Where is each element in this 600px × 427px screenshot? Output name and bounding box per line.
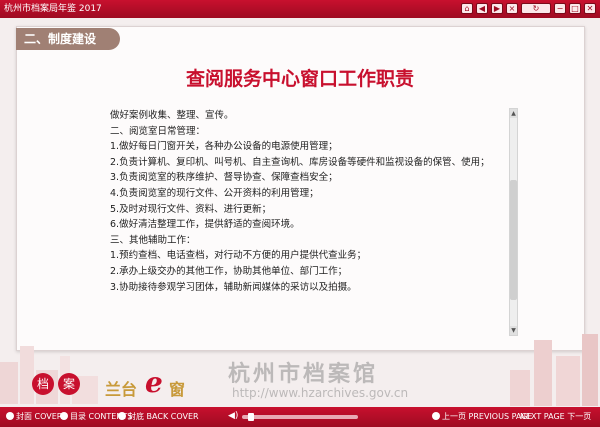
home-icon[interactable]: ⌂	[461, 3, 473, 14]
next-small-icon[interactable]: ▶	[491, 3, 503, 14]
contents-icon	[60, 412, 68, 420]
title-bar: 杭州市档案局年鉴 2017 ⌂ ◀ ▶ × ↻ − □ ✕	[0, 0, 600, 18]
back-cover-button[interactable]: 封底 BACK COVER	[118, 411, 199, 423]
next-page-button[interactable]: NEXT PAGE 下一页	[520, 411, 591, 423]
skyline-right-decoration	[510, 334, 598, 406]
bottom-nav-bar: 封面 COVER 目录 CONTENTS 封底 BACK COVER ◀) 上一…	[0, 407, 600, 427]
document-body: 做好案例收集、整理、宣传。 二、阅览室日常管理： 1.做好每日门窗开关，各种办公…	[98, 108, 502, 336]
doc-line: 6.做好清洁整理工作，提供舒适的查阅环境。	[110, 219, 300, 231]
cover-icon	[6, 412, 14, 420]
mute-icon[interactable]: ×	[506, 3, 518, 14]
doc-line: 5.及时对现行文件、资料、进行更新；	[110, 203, 272, 215]
app-title: 杭州市档案局年鉴 2017	[4, 4, 102, 14]
doc-line: 二、阅览室日常管理：	[110, 125, 206, 137]
next-page-label: NEXT PAGE 下一页	[520, 412, 592, 421]
document-scrollbar[interactable]: ▲ ▼	[509, 108, 518, 336]
cover-label: 封面 COVER	[16, 412, 63, 421]
volume-slider[interactable]	[242, 413, 358, 421]
window-controls: ⌂ ◀ ▶ × ↻ − □ ✕	[461, 3, 596, 14]
brand-suffix: 窗	[169, 380, 186, 399]
archive-name-watermark: 杭州市档案馆	[228, 361, 379, 387]
back-cover-label: 封底 BACK COVER	[128, 412, 199, 421]
back-cover-icon	[118, 412, 126, 420]
doc-line: 3.负责阅览室的秩序维护、督导协查、保障查档安全；	[110, 172, 338, 184]
previous-page-icon	[432, 412, 440, 420]
doc-line: 1.预约查档、电话查档，对行动不方便的用户提供代查业务；	[110, 250, 367, 262]
maximize-icon[interactable]: □	[569, 3, 581, 14]
logo-seal-icon: 档	[32, 373, 54, 395]
close-icon[interactable]: ✕	[584, 3, 596, 14]
previous-page-label: 上一页 PREVIOUS PAGE	[442, 412, 533, 421]
doc-line: 4.负责阅览室的现行文件、公开资料的利用管理；	[110, 187, 319, 199]
archive-logo: 档 案	[32, 373, 80, 395]
archive-url-watermark: http://www.hzarchives.gov.cn	[232, 386, 409, 400]
scroll-up-arrow-icon[interactable]: ▲	[510, 109, 517, 118]
previous-page-button[interactable]: 上一页 PREVIOUS PAGE	[432, 411, 532, 423]
speaker-icon[interactable]: ◀)	[228, 411, 238, 421]
cover-button[interactable]: 封面 COVER	[6, 411, 62, 423]
doc-line: 1.做好每日门窗开关，各种办公设备的电源使用管理；	[110, 141, 338, 153]
audio-control[interactable]: ◀)	[228, 411, 358, 421]
prev-small-icon[interactable]: ◀	[476, 3, 488, 14]
brand-logo: 兰台 e 窗	[105, 366, 195, 399]
doc-line: 2.负责计算机、复印机、叫号机、自主查询机、库房设备等硬件和监视设备的保管、使用…	[110, 156, 490, 168]
scroll-thumb[interactable]	[510, 179, 517, 300]
refresh-icon[interactable]: ↻	[521, 3, 551, 14]
minimize-icon[interactable]: −	[554, 3, 566, 14]
volume-thumb[interactable]	[247, 413, 254, 421]
brand-prefix: 兰台	[105, 380, 138, 399]
doc-line: 做好案例收集、整理、宣传。	[110, 110, 234, 121]
section-tab: 二、制度建设	[16, 28, 120, 50]
doc-line: 三、其他辅助工作：	[110, 234, 196, 246]
logo-seal-icon: 案	[58, 373, 80, 395]
doc-line: 3.协助接待参观学习团体，辅助新闻媒体的采访以及拍摄。	[110, 281, 357, 293]
document-title: 查阅服务中心窗口工作职责	[185, 68, 414, 90]
doc-line: 2.承办上级交办的其他工作，协助其他单位、部门工作；	[110, 265, 348, 277]
brand-e-letter: e	[145, 366, 163, 399]
